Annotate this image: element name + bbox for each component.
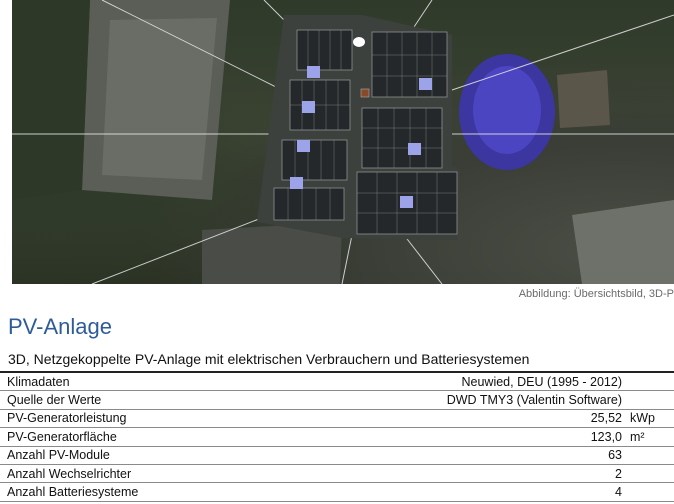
table-row: Klimadaten Neuwied, DEU (1995 - 2012) [0,373,674,392]
row-unit: m² [628,427,674,447]
row-label: Anzahl Batteriesysteme [0,482,315,502]
row-value: 63 [315,446,628,465]
garden-shed [557,70,610,128]
aerial-scene [12,0,674,284]
section-heading: PV-Anlage [8,314,112,339]
neighbor-roof-right [572,200,674,284]
row-value: 123,0 [315,427,628,447]
row-value: DWD TMY3 (Valentin Software) [315,390,628,410]
row-label: PV-Generatorfläche [0,427,315,447]
figure-caption: Abbildung: Übersichtsbild, 3D-P [518,288,674,300]
row-unit [628,390,674,410]
table-row: PV-Generatorleistung 25,52 kWp [0,409,674,429]
table-row: Anzahl Wechselrichter 2 [0,464,674,484]
row-unit [628,464,674,484]
table-row: Anzahl Batteriesysteme 4 [0,482,674,502]
row-label: Klimadaten [0,373,315,392]
row-value: 2 [315,464,628,484]
trees-left [12,0,90,200]
row-label: Anzahl Wechselrichter [0,464,315,484]
neighbor-roof-left-face [102,18,217,180]
row-label: Anzahl PV-Module [0,446,315,465]
row-value: Neuwied, DEU (1995 - 2012) [315,373,628,392]
table-row: Quelle der Werte DWD TMY3 (Valentin Soft… [0,390,674,410]
aerial-3d-overview-image [12,0,674,284]
row-label: PV-Generatorleistung [0,409,315,429]
row-unit [628,373,674,392]
table-row: Anzahl PV-Module 63 [0,446,674,465]
section-subtitle: 3D, Netzgekoppelte PV-Anlage mit elektri… [8,351,530,367]
row-unit: kWp [628,409,674,429]
row-value: 4 [315,482,628,502]
pv-building-model [257,15,460,240]
pv-parameters-table: Klimadaten Neuwied, DEU (1995 - 2012) Qu… [0,373,674,502]
row-value: 25,52 [315,409,628,429]
row-unit [628,446,674,465]
row-unit [628,482,674,502]
table-row: PV-Generatorfläche 123,0 m² [0,427,674,447]
row-label: Quelle der Werte [0,390,315,410]
